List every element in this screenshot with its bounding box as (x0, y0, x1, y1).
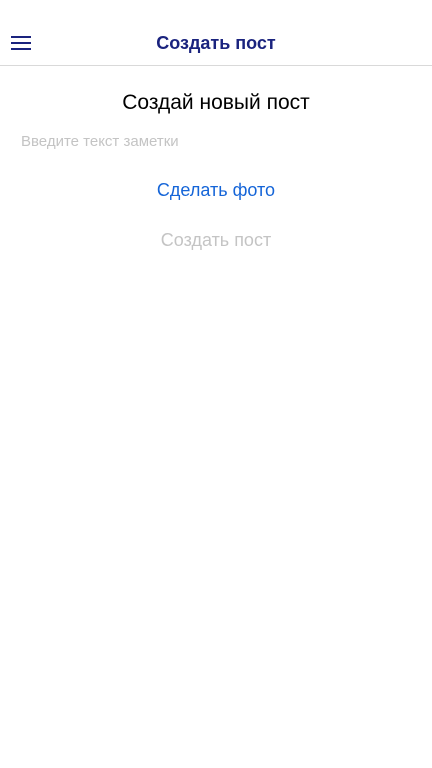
take-photo-button[interactable]: Сделать фото (0, 178, 432, 202)
create-post-heading: Создай новый пост (122, 91, 310, 114)
page-title: Создать пост (156, 33, 276, 53)
note-text-input[interactable] (21, 129, 411, 153)
create-post-button[interactable]: Создать пост (0, 228, 432, 252)
nav-header: Создать пост (0, 0, 432, 66)
